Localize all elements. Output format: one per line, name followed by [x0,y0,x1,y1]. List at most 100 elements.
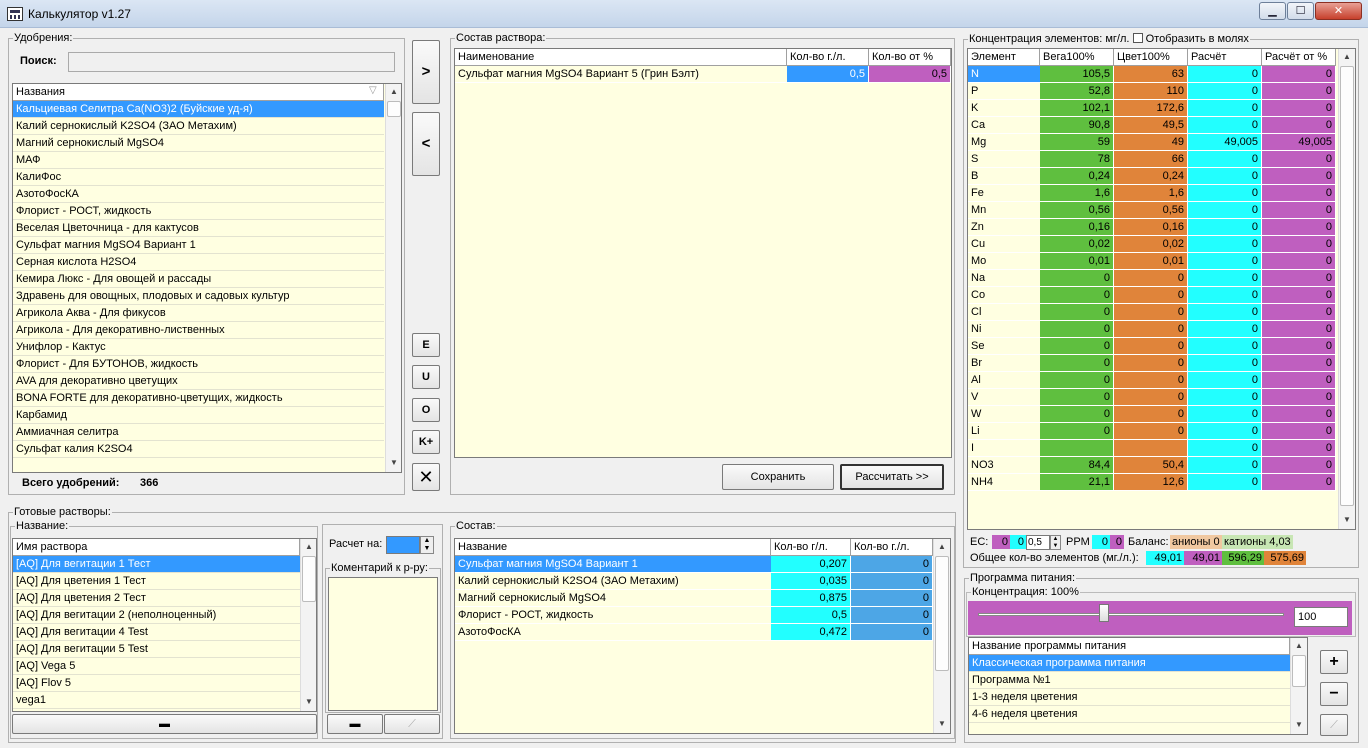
u-button[interactable]: U [412,365,440,389]
fertilizer-item[interactable]: BONA FORTE для декоративно-цветущих, жид… [13,390,384,407]
chart-icon[interactable]: ⟋ [384,714,440,734]
ready-solution-item[interactable]: [AQ] Для цветения 2 Тест [13,590,300,607]
fertilizer-item[interactable]: Калий сернокислый K2SO4 (ЗАО Метахим) [13,118,384,135]
element-name[interactable]: Ni [968,321,1040,338]
save-button[interactable]: Сохранить [722,464,834,490]
fertilizer-item[interactable]: Флорист - Для БУТОНОВ, жидкость [13,356,384,373]
program-list[interactable]: Название программы питания Классическая … [968,637,1308,735]
scroll-thumb[interactable] [387,101,401,117]
fertilizers-column-header[interactable]: Названия [13,84,384,101]
solution-table[interactable]: Наименование Кол-во г./л. Кол-во от % Су… [454,48,952,458]
concentration-table[interactable]: Элемент Вега100% Цвет100% Расчёт Расчёт от %… [967,48,1356,530]
program-item[interactable]: Программа №1 [969,672,1290,689]
element-name[interactable]: NO3 [968,457,1040,474]
element-name[interactable]: B [968,168,1040,185]
scroll-up-icon[interactable]: ▲ [1339,49,1355,65]
element-name[interactable]: Fe [968,185,1040,202]
ec-spinner-icon[interactable]: ▲ ▼ [1050,535,1061,550]
fertilizer-item[interactable]: АзотоФосКА [13,186,384,203]
k-plus-button[interactable]: K+ [412,430,440,454]
element-name[interactable]: Co [968,287,1040,304]
scroll-down-icon[interactable]: ▼ [1291,717,1307,733]
calc-for-input[interactable] [386,536,420,554]
concentration-slider-track[interactable] [978,613,1284,616]
scroll-down-icon[interactable]: ▼ [386,455,401,471]
ready-solution-item[interactable]: [AQ] Для вегитации 5 Test [13,641,300,658]
scroll-down-icon[interactable]: ▼ [301,694,316,710]
element-name[interactable]: Mg [968,134,1040,151]
fertilizer-item[interactable]: Кемира Люкс - Для овощей и рассады [13,271,384,288]
fertilizer-item[interactable]: Флорист - РОСТ, жидкость [13,203,384,220]
element-name[interactable]: Se [968,338,1040,355]
composition-item-name[interactable]: Калий сернокислый K2SO4 (ЗАО Метахим) [455,573,771,590]
remove-from-solution-button[interactable]: < [412,112,440,176]
program-item[interactable]: Классическая программа питания [969,655,1290,672]
concentration-slider-thumb[interactable] [1099,604,1109,622]
composition-item-name[interactable]: Флорист - РОСТ, жидкость [455,607,771,624]
delete-solution-button[interactable]: ▬ [12,714,317,734]
ready-solution-item[interactable]: [AQ] Flov 5 [13,675,300,692]
fertilizer-item[interactable]: Магний сернокислый MgSO4 [13,135,384,152]
ready-solution-item[interactable]: [AQ] Для вегитации 2 (неполноценный) [13,607,300,624]
program-scrollbar[interactable]: ▲ ▼ [1290,638,1307,734]
fertilizer-item[interactable]: Кальциевая Селитра Ca(NO3)2 (Буйские уд-… [13,101,384,118]
fertilizer-item[interactable]: Аммиачная селитра [13,424,384,441]
add-to-solution-button[interactable]: > [412,40,440,104]
fertilizer-item[interactable]: Унифлор - Кактус [13,339,384,356]
element-name[interactable]: W [968,406,1040,423]
fertilizer-item[interactable]: Сульфат магния MgSO4 Вариант 1 [13,237,384,254]
composition-item-name[interactable]: Сульфат магния MgSO4 Вариант 1 [455,556,771,573]
element-name[interactable]: P [968,83,1040,100]
composition-item-name[interactable]: АзотоФосКА [455,624,771,641]
ready-solution-item[interactable]: [AQ] Для вегитации 4 Test [13,624,300,641]
element-name[interactable]: Na [968,270,1040,287]
fertilizer-item[interactable]: Агрикола - Для декоративно-лиственных [13,322,384,339]
scroll-up-icon[interactable]: ▲ [1291,638,1307,654]
e-button[interactable]: E [412,333,440,357]
solution-item-name[interactable]: Сульфат магния MgSO4 Вариант 5 (Грин Бэл… [455,66,787,83]
o-button[interactable]: O [412,398,440,422]
close-button[interactable]: ✕ [1315,2,1362,20]
scroll-thumb[interactable] [1340,66,1354,506]
program-item[interactable]: 1-3 неделя цветения [969,689,1290,706]
element-name[interactable]: Li [968,423,1040,440]
fertilizer-item[interactable]: КалиФос [13,169,384,186]
fertilizer-item[interactable]: Сульфат калия K2SO4 [13,441,384,458]
ec-input[interactable]: 0,5 [1026,535,1050,550]
scroll-up-icon[interactable]: ▲ [301,539,316,555]
ready-scrollbar[interactable]: ▲ ▼ [300,539,316,711]
ready-solution-item[interactable]: [AQ] Для вегитации 1 Тест [13,556,300,573]
ready-solutions-list[interactable]: Имя раствора [AQ] Для вегитации 1 Тест [A… [12,538,317,712]
scroll-down-icon[interactable]: ▼ [934,716,950,732]
element-name[interactable]: Br [968,355,1040,372]
element-name[interactable]: V [968,389,1040,406]
scroll-down-icon[interactable]: ▼ [1339,512,1355,528]
program-item[interactable]: 4-6 неделя цветения [969,706,1290,723]
ready-solution-item[interactable]: vega1 [13,692,300,709]
element-name[interactable]: I [968,440,1040,457]
add-program-button[interactable]: + [1320,650,1348,674]
fertilizers-list[interactable]: Названия ▽ Кальциевая Селитра Ca(NO3)2 (… [12,83,402,473]
concentration-input[interactable]: 100 [1294,607,1348,627]
comment-textarea[interactable] [328,577,438,711]
element-name[interactable]: Cu [968,236,1040,253]
minimize-button[interactable]: ▁ [1259,2,1286,20]
fertilizer-item[interactable]: Карбамид [13,407,384,424]
solution-item-pct[interactable]: 0,5 [869,66,951,83]
element-name[interactable]: Cl [968,304,1040,321]
element-name[interactable]: NH4 [968,474,1040,491]
composition-table[interactable]: Название Кол-во г/л. Кол-во г./л. Сульфа… [454,538,951,734]
moles-checkbox[interactable] [1132,33,1143,43]
element-name[interactable]: S [968,151,1040,168]
ready-solution-item[interactable]: [AQ] Для цветения 1 Тест [13,573,300,590]
delete-comment-button[interactable]: ▬ [327,714,383,734]
fertilizer-item[interactable]: МАФ [13,152,384,169]
scroll-thumb[interactable] [302,556,316,602]
fertilizer-item[interactable]: Серная кислота H2SO4 [13,254,384,271]
remove-program-button[interactable]: − [1320,682,1348,706]
ready-solution-item[interactable]: [AQ] Vega 5 [13,658,300,675]
search-input[interactable] [68,52,395,72]
composition-scrollbar[interactable]: ▲ ▼ [933,539,950,733]
fertilizer-item[interactable]: Агрикола Аква - Для фикусов [13,305,384,322]
element-name[interactable]: Ca [968,117,1040,134]
